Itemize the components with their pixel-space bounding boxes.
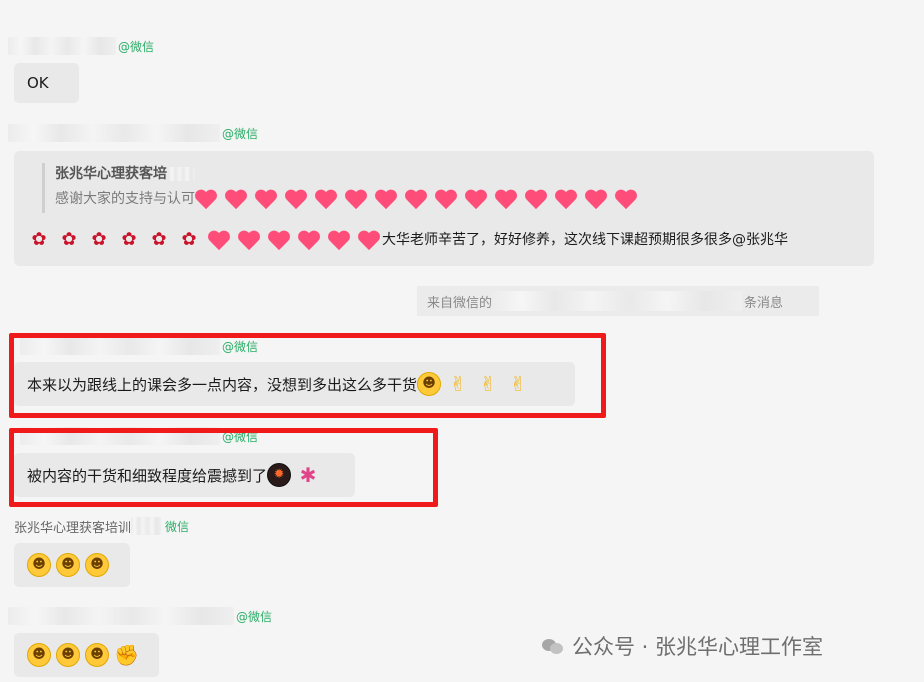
- blurred-text: [131, 517, 162, 535]
- system-notice: 来自微信的 条消息: [417, 286, 819, 316]
- blurred-sender-name: [8, 37, 116, 55]
- grinning-face-icon: ☻: [27, 643, 51, 667]
- blurred-text: [169, 167, 195, 181]
- heart-icon: [255, 188, 277, 210]
- message-text: 大华老师辛苦了，好好修养，这次线下课超预期很多很多@张兆华: [382, 232, 788, 248]
- message-bubble[interactable]: ☻ ☻ ☻: [14, 543, 130, 587]
- rose-icon: ✿: [181, 229, 197, 250]
- heart-icon: [298, 229, 320, 251]
- watermark-text: 公众号 · 张兆华心理工作室: [572, 635, 824, 659]
- sender-line: 张兆华心理获客培训 微信: [14, 516, 189, 536]
- sender-platform-tag: @微信: [236, 609, 273, 624]
- heart-icon: [358, 229, 380, 251]
- grinning-face-icon: ☻: [56, 643, 80, 667]
- emoji-face-icon: ☻: [56, 553, 80, 577]
- quoted-content: 感谢大家的支持与认可: [55, 185, 860, 213]
- rose-icon: ✿: [121, 229, 137, 250]
- sender-line: @微信: [8, 123, 258, 143]
- heart-icon: [525, 188, 547, 210]
- system-notice-prefix: 来自微信的: [427, 295, 493, 311]
- highlight-box: [9, 428, 438, 507]
- heart-icon: [328, 229, 350, 251]
- grinning-face-icon: ☻: [85, 643, 109, 667]
- heart-icon: [495, 188, 517, 210]
- blurred-text: [492, 291, 743, 311]
- watermark: 公众号 · 张兆华心理工作室: [542, 632, 823, 660]
- heart-icon: [585, 188, 607, 210]
- rose-icon: ✿: [151, 229, 167, 250]
- rose-icon: ✿: [31, 229, 47, 250]
- heart-icon: [195, 188, 217, 210]
- heart-icon: [555, 188, 577, 210]
- rose-icon: ✿: [61, 229, 77, 250]
- sender-platform-tag: @微信: [118, 39, 155, 54]
- heart-icon: [405, 188, 427, 210]
- quoted-text: 感谢大家的支持与认可: [55, 191, 195, 207]
- wechat-logo-icon: [542, 637, 564, 655]
- heart-icon: [315, 188, 337, 210]
- emoji-face-icon: ☻: [85, 553, 109, 577]
- heart-icon: [208, 229, 230, 251]
- heart-icon: [225, 188, 247, 210]
- heart-icon: [615, 188, 637, 210]
- rose-icon: ✿: [91, 229, 107, 250]
- heart-icon: [285, 188, 307, 210]
- heart-icon: [435, 188, 457, 210]
- message-text: OK: [27, 74, 49, 92]
- message-bubble[interactable]: ☻ ☻ ☻ ✊: [14, 633, 159, 677]
- message-bubble[interactable]: OK: [14, 63, 79, 103]
- blurred-sender-name: [8, 607, 234, 625]
- emoji-face-icon: ☻: [27, 553, 51, 577]
- heart-icon: [345, 188, 367, 210]
- sender-line: @微信: [8, 36, 154, 56]
- quoted-sender: 张兆华心理获客培: [55, 163, 860, 185]
- quoted-sender-name: 张兆华心理获客培: [55, 166, 167, 182]
- message-bubble[interactable]: 张兆华心理获客培 感谢大家的支持与认可 ✿ ✿ ✿ ✿ ✿ ✿ 大华老师辛苦了，好好修养，这…: [14, 151, 874, 266]
- blurred-sender-name: [8, 124, 220, 142]
- message-content: ✿ ✿ ✿ ✿ ✿ ✿ 大华老师辛苦了，好好修养，这次线下课超预期很多很多@张兆华: [28, 225, 860, 255]
- sender-platform-tag: 微信: [165, 519, 190, 534]
- system-notice-suffix: 条消息: [744, 295, 784, 311]
- raised-fist-icon: ✊: [114, 643, 139, 667]
- sender-name: 张兆华心理获客培训: [14, 520, 132, 536]
- highlight-box: [9, 333, 606, 418]
- sender-line: @微信: [8, 606, 272, 626]
- quoted-message[interactable]: 张兆华心理获客培 感谢大家的支持与认可: [42, 163, 860, 213]
- heart-icon: [465, 188, 487, 210]
- heart-icon: [268, 229, 290, 251]
- heart-icon: [375, 188, 397, 210]
- sender-platform-tag: @微信: [222, 126, 259, 141]
- heart-icon: [238, 229, 260, 251]
